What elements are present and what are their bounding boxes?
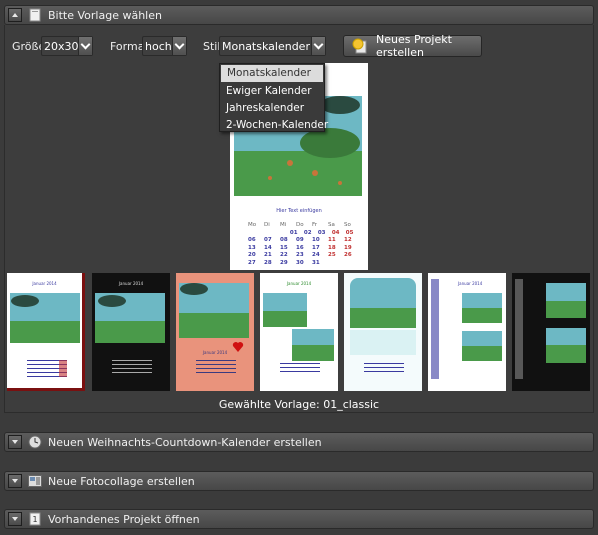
thumbnail-title: Januar 2014 bbox=[286, 281, 312, 286]
collage-icon bbox=[28, 474, 42, 488]
chevron-down-icon[interactable] bbox=[172, 37, 186, 55]
thumbnail-title: Januar 2014 bbox=[202, 350, 228, 355]
preview-calendar: Mo Di Mi Do Fr Sa So 01 02 03 04 05 06 07 08 09 10 11 12… bbox=[248, 222, 354, 266]
format-select[interactable]: hoch bbox=[142, 36, 187, 56]
collage-section-title: Neue Fotocollage erstellen bbox=[48, 474, 195, 488]
document-icon: 1 bbox=[28, 512, 42, 526]
style-dropdown-list: Monatskalender Ewiger Kalender Jahreskal… bbox=[219, 63, 328, 134]
format-value: hoch bbox=[145, 39, 172, 53]
thumbnail-title: Januar 2014 bbox=[32, 281, 57, 286]
expand-toggle[interactable] bbox=[8, 512, 22, 526]
new-project-button[interactable]: Neues Projekt erstellen bbox=[343, 33, 482, 59]
chevron-down-icon[interactable] bbox=[311, 37, 325, 55]
template-section-title: Bitte Vorlage wählen bbox=[48, 8, 162, 22]
clock-icon bbox=[28, 435, 42, 449]
thumbnail-list[interactable]: Januar 2014 bbox=[428, 273, 506, 391]
thumbnail-01-classic[interactable]: Januar 2014 bbox=[7, 273, 85, 391]
thumbnail-reflection[interactable] bbox=[344, 273, 422, 391]
page-icon bbox=[28, 8, 42, 22]
new-project-icon bbox=[352, 38, 368, 54]
size-select[interactable]: 20x30 bbox=[41, 36, 93, 56]
preview-text-placeholder: Hier Text einfügen bbox=[276, 208, 322, 214]
collage-section-header[interactable]: Neue Fotocollage erstellen bbox=[4, 471, 594, 491]
open-section-title: Vorhandenes Projekt öffnen bbox=[48, 512, 200, 526]
thumbnail-dark[interactable] bbox=[512, 273, 590, 391]
open-section-header[interactable]: 1 Vorhandenes Projekt öffnen bbox=[4, 509, 594, 529]
collapse-toggle[interactable] bbox=[8, 8, 22, 22]
thumbnail-green[interactable]: Januar 2014 bbox=[260, 273, 338, 391]
chevron-down-icon[interactable] bbox=[78, 37, 92, 55]
expand-toggle[interactable] bbox=[8, 474, 22, 488]
style-value: Monatskalender bbox=[222, 39, 310, 53]
thumbnail-black[interactable]: Januar 2014 bbox=[92, 273, 170, 391]
thumbnail-salmon[interactable]: Januar 2014 bbox=[176, 273, 254, 391]
template-section-header[interactable]: Bitte Vorlage wählen bbox=[4, 5, 594, 25]
countdown-section-title: Neuen Weihnachts-Countdown-Kalender erst… bbox=[48, 435, 322, 449]
thumbnail-title: Januar 2014 bbox=[118, 281, 144, 286]
expand-toggle[interactable] bbox=[8, 435, 22, 449]
countdown-section-header[interactable]: Neuen Weihnachts-Countdown-Kalender erst… bbox=[4, 432, 594, 452]
dropdown-item-monatskalender[interactable]: Monatskalender bbox=[221, 65, 323, 82]
svg-text:1: 1 bbox=[33, 515, 38, 524]
new-project-label: Neues Projekt erstellen bbox=[376, 33, 452, 59]
dropdown-item-2-wochen-kalender[interactable]: 2-Wochen-Kalender bbox=[220, 117, 328, 134]
selected-template-label: Gewählte Vorlage: 01_classic bbox=[218, 398, 380, 411]
dropdown-item-jahreskalender[interactable]: Jahreskalender bbox=[220, 100, 324, 117]
size-value: 20x30 bbox=[44, 39, 78, 53]
style-select[interactable]: Monatskalender bbox=[219, 36, 326, 56]
thumbnail-title: Januar 2014 bbox=[458, 281, 483, 286]
dropdown-item-ewiger-kalender[interactable]: Ewiger Kalender bbox=[220, 83, 324, 100]
